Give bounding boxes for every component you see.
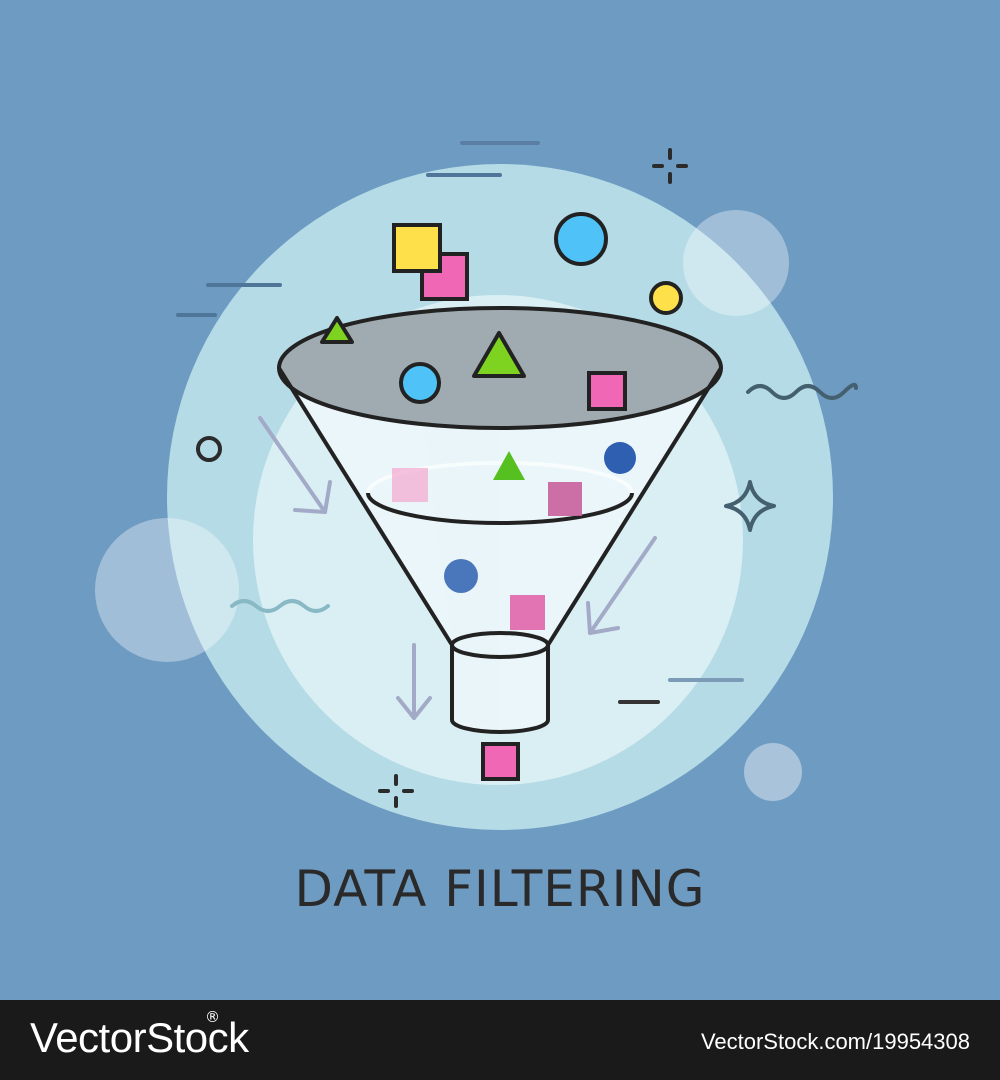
- watermark-image-id: VectorStock.com/19954308: [700, 1029, 970, 1054]
- square-shape-inside: [392, 468, 428, 502]
- bubble-bottom-right: [744, 743, 802, 801]
- square-shape-output: [481, 742, 520, 781]
- circle-shape-cyan: [399, 362, 441, 404]
- bubble-top-right: [683, 210, 789, 316]
- square-shape-pink: [587, 371, 627, 411]
- circle-shape-inside: [444, 559, 478, 593]
- square-shape-inside: [510, 595, 545, 630]
- square-shape-inside: [548, 482, 582, 516]
- sparkle-icon: [652, 148, 688, 184]
- watermark-bar: VectorStock ® VectorStock.com/19954308: [0, 1000, 1000, 1080]
- caption-title: DATA FILTERING: [294, 860, 706, 918]
- circle-shape-yellow: [649, 281, 683, 315]
- circle-shape-cyan: [554, 212, 608, 266]
- data-filtering-illustration: [95, 141, 858, 830]
- square-shape-yellow: [392, 223, 442, 273]
- registered-mark: ®: [205, 1008, 220, 1026]
- circle-shape-inside: [604, 442, 636, 474]
- bubble-left: [95, 518, 239, 662]
